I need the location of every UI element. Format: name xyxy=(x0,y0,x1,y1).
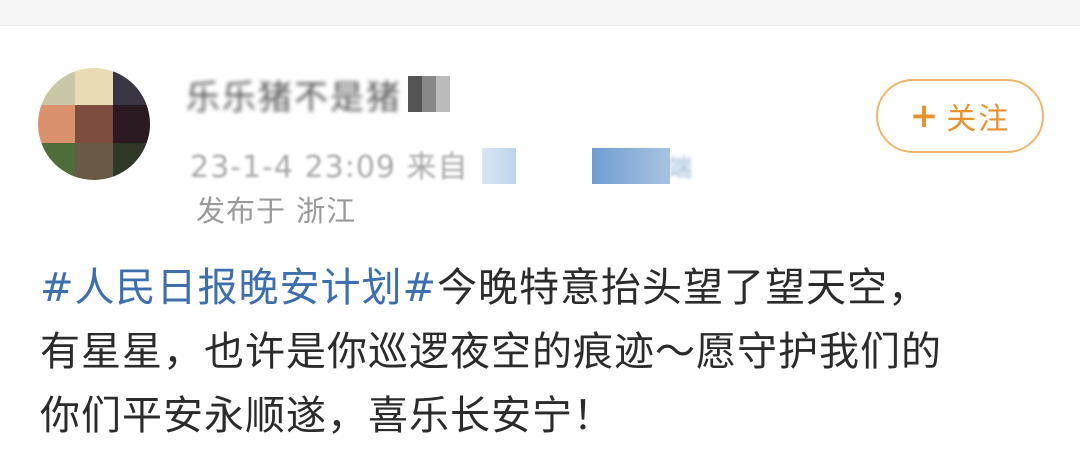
post-line-2: 有星星，也许是你巡逻夜空的痕迹～愿守护我们的 xyxy=(40,329,942,375)
source-redaction-2 xyxy=(592,148,670,184)
source-redaction-1 xyxy=(482,148,516,184)
post-location: 发布于 浙江 xyxy=(196,194,357,228)
follow-button-label: 关注 xyxy=(946,102,1011,137)
username[interactable]: 乐乐猪不是猪 xyxy=(186,72,450,118)
top-divider xyxy=(0,0,1080,26)
plus-icon: + xyxy=(909,96,939,136)
follow-button[interactable]: + 关注 xyxy=(876,79,1044,153)
source-suffix: 端 xyxy=(668,154,692,182)
username-text: 乐乐猪不是猪 xyxy=(186,77,402,118)
avatar[interactable] xyxy=(38,68,150,180)
username-mosaic xyxy=(408,76,450,112)
post-text-1: 今晚特意抬头望了望天空， xyxy=(437,265,930,311)
post-line-3: 你们平安永顺遂，喜乐长安宁！ xyxy=(40,393,614,439)
post-line-1: #人民日报晚安计划#今晚特意抬头望了望天空， xyxy=(40,256,1060,320)
post-timestamp: 23-1-4 23:09 来自 xyxy=(190,150,469,185)
hashtag-link[interactable]: #人民日报晚安计划# xyxy=(40,265,437,311)
post-meta: 23-1-4 23:09 来自 xyxy=(190,142,469,186)
post-body: #人民日报晚安计划#今晚特意抬头望了望天空， 有星星，也许是你巡逻夜空的痕迹～愿… xyxy=(40,256,1060,448)
